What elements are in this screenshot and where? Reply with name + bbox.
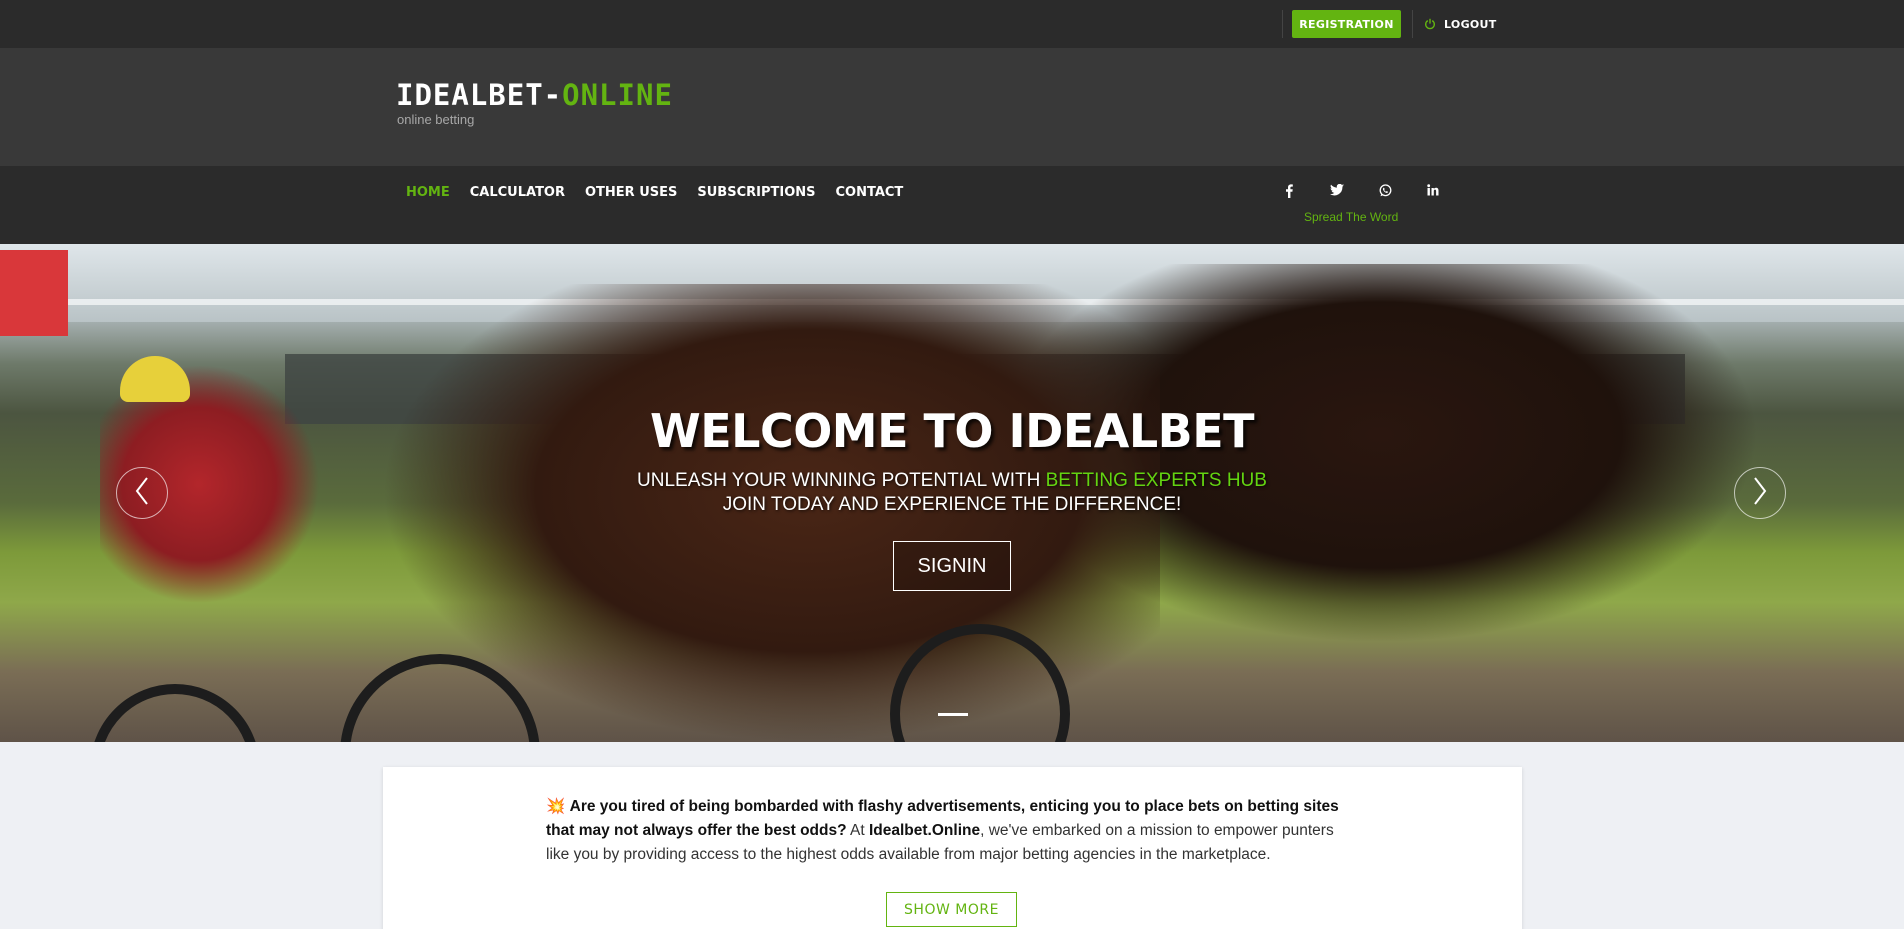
logo-text-white: IDEALBET-: [396, 78, 563, 112]
whatsapp-icon[interactable]: [1361, 184, 1409, 198]
nav-menu: HOME CALCULATOR OTHER USES SUBSCRIPTIONS…: [406, 185, 923, 200]
power-icon: [1424, 18, 1436, 30]
explosion-icon: 💥: [546, 798, 566, 815]
site-header: IDEALBET-ONLINE online betting: [0, 48, 1904, 166]
nav-item-home[interactable]: HOME: [406, 185, 450, 200]
intro-brand: Idealbet.Online: [868, 822, 981, 839]
site-logo[interactable]: IDEALBET-ONLINE: [396, 78, 673, 112]
divider: [1282, 10, 1283, 38]
logo-text-green: ONLINE: [562, 78, 673, 112]
chevron-right-icon: [1752, 476, 1768, 511]
registration-button[interactable]: REGISTRATION: [1292, 10, 1401, 38]
site-tagline: online betting: [397, 112, 475, 127]
twitter-icon[interactable]: [1313, 184, 1361, 198]
logout-label: LOGOUT: [1444, 17, 1497, 31]
nav-item-other-uses[interactable]: OTHER USES: [585, 185, 677, 200]
divider: [1412, 10, 1413, 38]
main-nav: HOME CALCULATOR OTHER USES SUBSCRIPTIONS…: [0, 166, 1904, 244]
logout-button[interactable]: LOGOUT: [1424, 14, 1497, 34]
nav-item-subscriptions[interactable]: SUBSCRIPTIONS: [697, 185, 815, 200]
hero-title: WELCOME TO IDEALBET: [649, 404, 1255, 458]
chevron-left-icon: [134, 476, 150, 511]
hero-carousel: WELCOME TO IDEALBET UNLEASH YOUR WINNING…: [0, 244, 1904, 742]
intro-text-a: At: [846, 822, 869, 839]
spread-the-word-label: Spread The Word: [1304, 210, 1399, 224]
carousel-indicator[interactable]: [938, 713, 968, 716]
hero-subtitle-text: UNLEASH YOUR WINNING POTENTIAL WITH: [637, 470, 1046, 491]
hero-subtitle-highlight: BETTING EXPERTS HUB: [1045, 470, 1267, 491]
show-more-button[interactable]: SHOW MORE: [886, 892, 1017, 927]
top-bar: REGISTRATION LOGOUT: [0, 0, 1904, 48]
intro-paragraph: 💥 Are you tired of being bombarded with …: [546, 795, 1361, 867]
linkedin-icon[interactable]: [1409, 184, 1457, 198]
carousel-next-button[interactable]: [1734, 467, 1786, 519]
hero-subtitle: UNLEASH YOUR WINNING POTENTIAL WITH BETT…: [0, 470, 1904, 492]
facebook-icon[interactable]: [1265, 184, 1313, 198]
nav-item-calculator[interactable]: CALCULATOR: [470, 185, 565, 200]
intro-card: 💥 Are you tired of being bombarded with …: [383, 767, 1522, 929]
signin-button[interactable]: SIGNIN: [893, 541, 1011, 591]
nav-item-contact[interactable]: CONTACT: [836, 185, 904, 200]
hero-subtitle-line2: JOIN TODAY AND EXPERIENCE THE DIFFERENCE…: [722, 494, 1182, 515]
social-links: [1265, 184, 1457, 198]
carousel-prev-button[interactable]: [116, 467, 168, 519]
